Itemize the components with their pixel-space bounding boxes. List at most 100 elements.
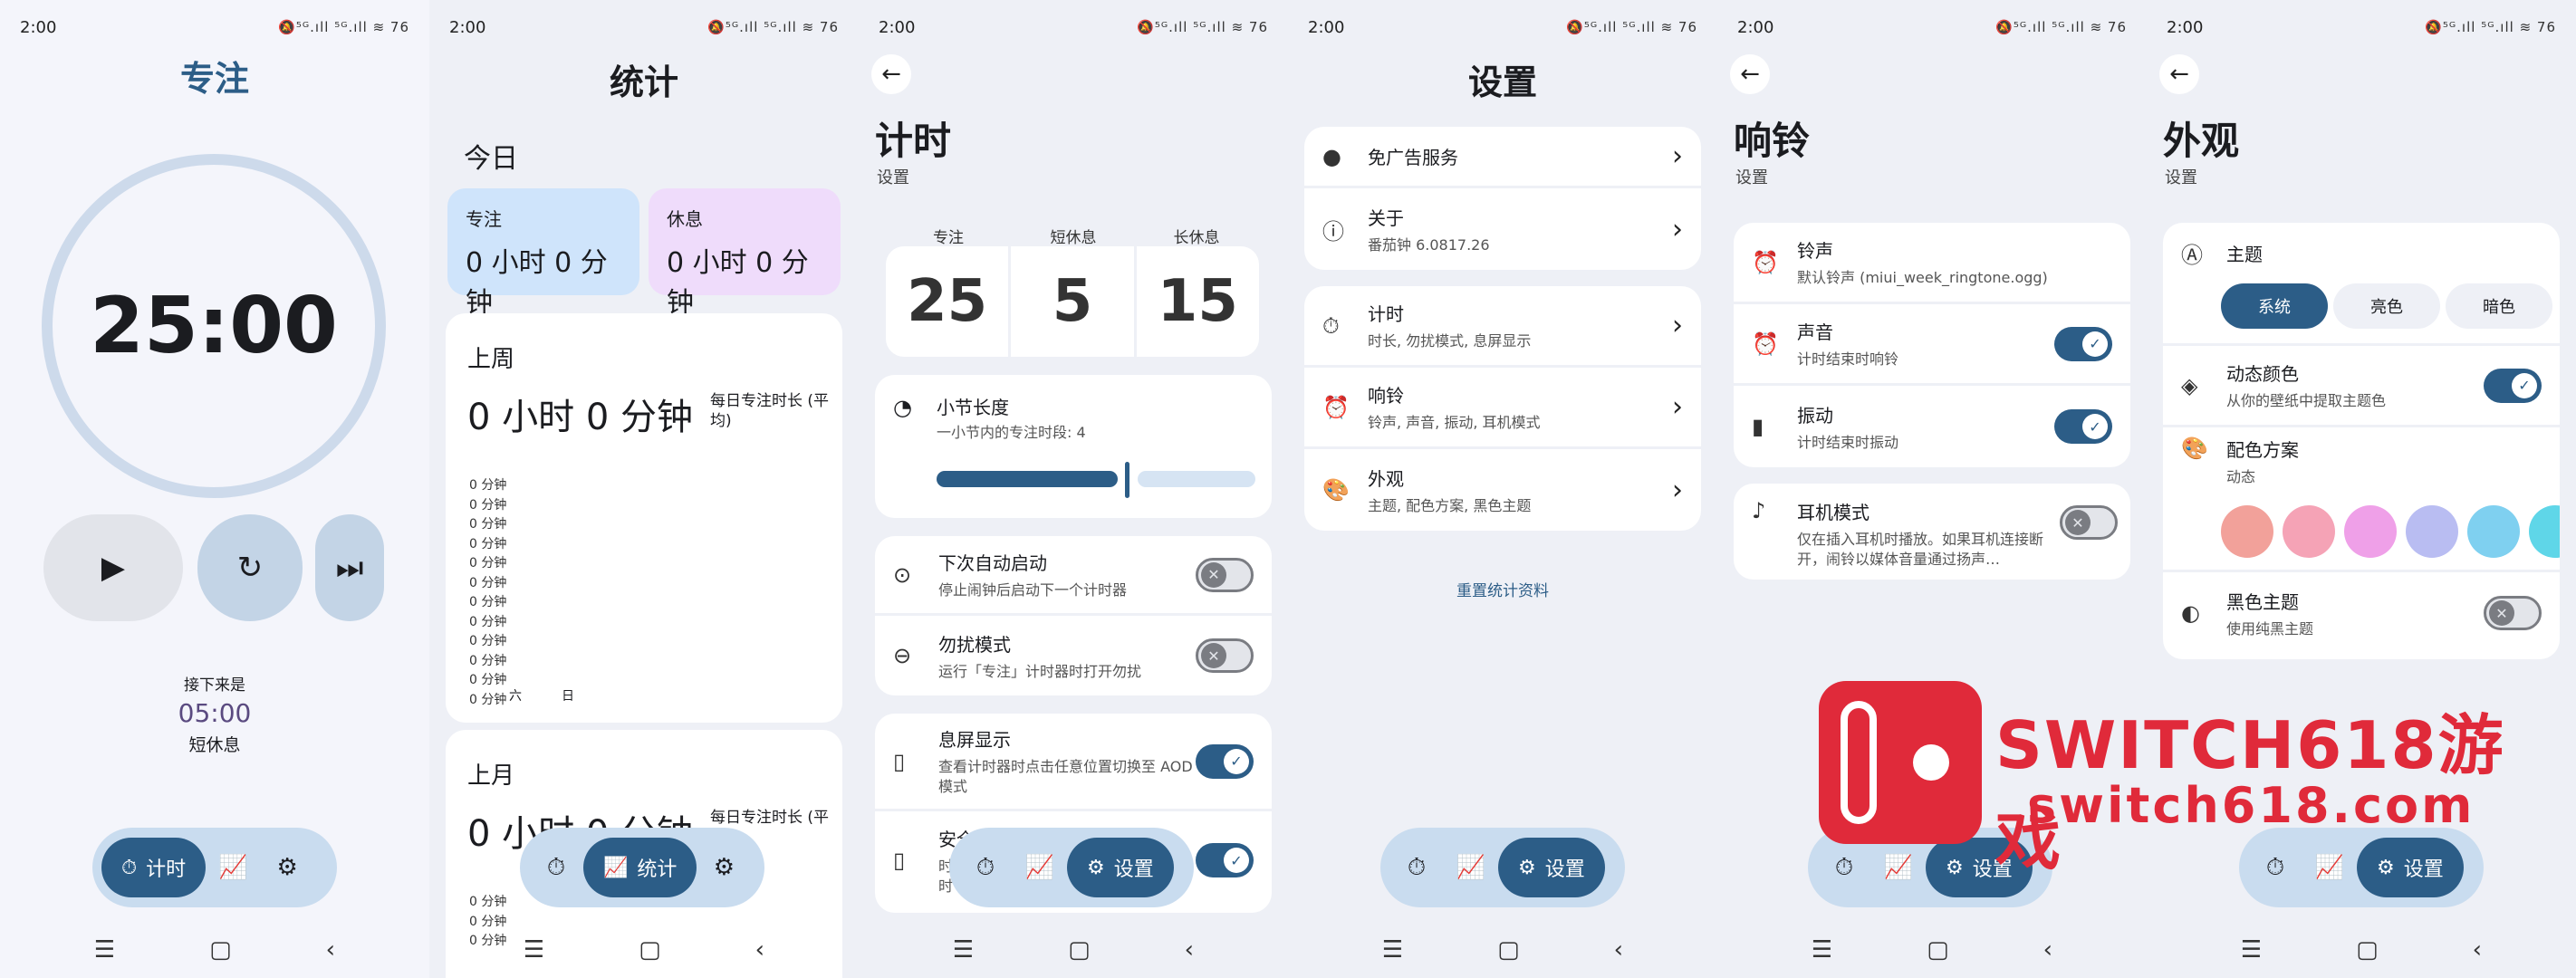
nav-timer[interactable]: ⏱ [958,854,1013,882]
black-theme-sub: 使用纯黑主题 [2226,619,2314,638]
session-slider-track[interactable] [1138,471,1255,487]
x-icon: ✕ [2489,600,2514,626]
menu-icon[interactable]: ☰ [2241,936,2262,964]
aod-title: 息屏显示 [938,729,1011,751]
sound-toggle[interactable]: ✓ [2054,326,2112,361]
focus-duration-label: 专注 [933,229,964,247]
vibration-toggle[interactable]: ✓ [2054,409,2112,444]
adfree-row[interactable]: ● 免广告服务 › [1304,127,1701,188]
menu-icon[interactable]: ☰ [94,936,115,964]
bottom-nav: ⏱ 📈 统计 ⚙ [520,828,764,907]
home-icon[interactable]: ▢ [1068,936,1091,964]
back-icon[interactable]: ‹ [1185,936,1194,964]
aod-row[interactable]: ▯ 息屏显示 查看计时器时点击任意位置切换至 AOD 模式 ✓ [875,714,1272,811]
nav-settings[interactable]: ⚙ [697,854,751,881]
play-button[interactable]: ▶ [43,514,183,621]
nav-stats[interactable]: 📈 统计 [583,838,697,897]
safe-toggle[interactable]: ✓ [1196,843,1254,877]
earphone-row[interactable]: ♪ 耳机模式 仅在插入耳机时播放。如果耳机连接断开，闹铃以媒体音量通过扬声… ✕ [1734,484,2130,580]
black-theme-row[interactable]: ◐ 黑色主题 使用纯黑主题 ✕ [2163,572,2560,654]
home-icon[interactable]: ▢ [2356,936,2379,964]
back-icon[interactable]: ‹ [755,936,764,964]
nav-timer[interactable]: ⏱ [1817,854,1871,882]
back-icon[interactable]: ‹ [2043,936,2052,964]
ring-settings-row[interactable]: ⏰ 响铃 铃声, 声音, 振动, 耳机模式 › [1304,368,1701,449]
color-swatch[interactable] [2283,505,2335,558]
reset-button[interactable]: ↻ [197,514,303,621]
color-swatch[interactable] [2344,505,2397,558]
gear-icon: ⚙ [1087,856,1105,879]
look-settings-row[interactable]: 🎨 外观 主题, 配色方案, 黑色主题 › [1304,449,1701,531]
home-icon[interactable]: ▢ [1927,936,1949,964]
home-icon[interactable]: ▢ [639,936,661,964]
appearance-screen: 2:00 🔕⁵ᴳ.ıll ⁵ᴳ.ıll ≋ 76 ← 外观 设置 Ⓐ 主题 系统 … [2147,0,2576,978]
nav-stats[interactable]: 📈 [206,854,260,881]
palette-icon: 🎨 [1322,477,1350,503]
skip-button[interactable]: ⏭ [315,514,384,621]
status-bar: 2:00 🔕⁵ᴳ.ıll ⁵ᴳ.ıll ≋ 76 [1737,16,2127,38]
back-button[interactable]: ← [1730,54,1770,94]
timer-icon: ⏱ [1322,312,1340,339]
timer-settings-row[interactable]: ⏱ 计时 时长, 勿扰模式, 息屏显示 › [1304,286,1701,368]
black-theme-toggle[interactable]: ✕ [2484,596,2542,630]
dnd-toggle[interactable]: ✕ [1196,638,1254,673]
nav-settings[interactable]: ⚙ 设置 [2357,838,2464,897]
look-settings-title: 外观 [1368,467,1404,490]
session-slider-handle[interactable] [1125,462,1129,498]
nav-settings[interactable]: ⚙ [260,854,314,881]
earphone-sub: 仅在插入耳机时播放。如果耳机连接断开，闹铃以媒体音量通过扬声… [1797,531,2044,568]
color-swatch[interactable] [2221,505,2273,558]
theme-system-button[interactable]: 系统 [2221,283,2328,329]
long-break-duration[interactable]: 15 [1137,246,1259,357]
theme-dark-button[interactable]: 暗色 [2446,283,2552,329]
focus-duration[interactable]: 25 [886,246,1012,357]
nav-settings-label: 设置 [1972,858,2013,881]
nav-settings[interactable]: ⚙ 设置 [1498,838,1605,897]
menu-icon[interactable]: ☰ [524,936,544,964]
about-row[interactable]: ⓘ 关于 番茄钟 6.0817.26 › [1304,188,1701,270]
next-up: 接下来是 05:00 短休息 [0,672,429,756]
sound-row[interactable]: ⏰ 声音 计时结束时响铃 ✓ [1734,304,2130,386]
home-icon[interactable]: ▢ [1497,936,1520,964]
back-button[interactable]: ← [2159,54,2199,94]
session-icon: ◔ [893,395,912,420]
reset-stats-link[interactable]: 重置统计资料 [1288,578,1717,600]
skip-next-icon: ⏭ [335,550,364,586]
ringtone-row[interactable]: ⏰ 铃声 默认铃声 (miui_week_ringtone.ogg) [1734,223,2130,304]
nav-timer[interactable]: ⏱ [529,854,583,882]
page-subtitle: 设置 [2165,168,2197,187]
aod-toggle[interactable]: ✓ [1196,743,1254,779]
color-swatch[interactable] [2467,505,2520,558]
earphone-toggle[interactable]: ✕ [2060,505,2118,540]
menu-icon[interactable]: ☰ [1382,936,1403,964]
menu-icon[interactable]: ☰ [1812,936,1832,964]
back-icon[interactable]: ‹ [326,936,335,964]
vibration-row[interactable]: ▮ 振动 计时结束时振动 ✓ [1734,386,2130,467]
nav-stats[interactable]: 📈 [2302,854,2357,881]
back-icon[interactable]: ‹ [1614,936,1623,964]
menu-icon[interactable]: ☰ [953,936,974,964]
home-icon[interactable]: ▢ [209,936,232,964]
nav-timer[interactable]: ⏱ 计时 [101,838,207,897]
back-icon[interactable]: ‹ [2473,936,2482,964]
color-swatch[interactable] [2406,505,2458,558]
nav-stats[interactable]: 📈 [1871,854,1926,881]
back-button[interactable]: ← [871,54,911,94]
auto-start-row[interactable]: ⊙ 下次自动启动 停止闹钟后启动下一个计时器 ✕ [875,536,1272,616]
nav-settings[interactable]: ⚙ 设置 [1926,838,2033,897]
gear-icon: ⚙ [1946,856,1964,879]
status-icons: 🔕⁵ᴳ.ıll ⁵ᴳ.ıll ≋ 76 [2425,19,2556,35]
short-break-duration[interactable]: 5 [1011,246,1137,357]
nav-stats[interactable]: 📈 [1013,854,1067,881]
nav-timer[interactable]: ⏱ [2248,854,2302,882]
nav-timer[interactable]: ⏱ [1389,854,1444,882]
color-swatch[interactable] [2529,505,2560,558]
theme-light-button[interactable]: 亮色 [2333,283,2440,329]
dynamic-color-row[interactable]: ◈ 动态颜色 从你的壁纸中提取主题色 ✓ [2163,346,2560,427]
nav-settings[interactable]: ⚙ 设置 [1067,838,1174,897]
auto-start-toggle[interactable]: ✕ [1196,557,1254,592]
appearance-card: Ⓐ 主题 系统 亮色 暗色 ◈ 动态颜色 从你的壁纸中提取主题色 ✓ 🎨 配色方案 动态… [2163,223,2560,659]
nav-stats[interactable]: 📈 [1444,854,1498,881]
dnd-row[interactable]: ⊖ 勿扰模式 运行「专注」计时器时打开勿扰 ✕ [875,616,1272,695]
dynamic-color-toggle[interactable]: ✓ [2484,368,2542,403]
